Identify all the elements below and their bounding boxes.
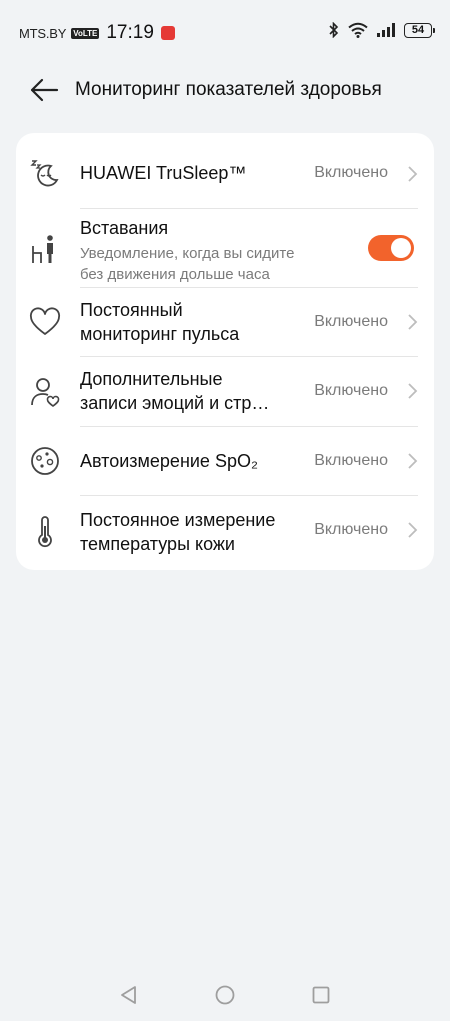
setting-subtitle: Уведомление, когда вы сидите (80, 245, 295, 262)
volte-badge: VoLTE (71, 27, 100, 39)
carrier-label: MTS.BY (19, 25, 67, 41)
setting-row-spo2[interactable]: Автоизмерение SpO₂ Включено (16, 427, 434, 495)
setting-title: Постоянное измерение (80, 510, 276, 530)
setting-value: Включено (314, 521, 388, 538)
setting-value: Включено (314, 164, 388, 181)
thermometer-icon (38, 516, 52, 548)
page-title: Мониторинг показателей здоровья (75, 79, 382, 100)
battery-level: 54 (411, 24, 425, 36)
heart-icon (29, 307, 61, 335)
setting-title: Дополнительные (80, 369, 223, 389)
cellular-signal-icon (377, 23, 395, 37)
setting-title: мониторинг пульса (80, 324, 240, 344)
setting-row-heart-rate[interactable]: Постоянный мониторинг пульса Включено (16, 288, 434, 356)
status-bar: MTS.BY VoLTE 17:19 54 (0, 0, 450, 68)
setting-value: Включено (314, 313, 388, 330)
standing-person-icon (32, 235, 53, 263)
nav-recents-icon[interactable] (310, 984, 332, 1006)
sleep-icon (30, 160, 59, 187)
toggle-knob (391, 238, 411, 258)
notification-app-icon (160, 26, 175, 40)
setting-row-trusleep[interactable]: HUAWEI TruSleep™ Включено (16, 133, 434, 208)
system-navigation-bar (0, 970, 450, 1021)
standing-reminder-toggle[interactable] (368, 235, 414, 261)
setting-title: температуры кожи (80, 534, 235, 554)
wifi-icon (348, 22, 368, 38)
setting-title: Постоянный (80, 300, 183, 320)
chevron-right-icon (408, 522, 418, 538)
bluetooth-icon (329, 22, 339, 38)
setting-title: HUAWEI TruSleep™ (80, 163, 247, 183)
setting-row-standing[interactable]: Вставания Уведомление, когда вы сидите б… (16, 209, 434, 287)
app-header: Мониторинг показателей здоровья (0, 68, 450, 112)
setting-value: Включено (314, 382, 388, 399)
setting-row-skin-temperature[interactable]: Постоянное измерение температуры кожи Вк… (16, 496, 434, 570)
setting-value: Включено (314, 452, 388, 469)
settings-card: HUAWEI TruSleep™ Включено Вставания Увед… (16, 133, 434, 570)
chevron-right-icon (408, 383, 418, 399)
battery-indicator: 54 (404, 22, 435, 38)
setting-title: Вставания (80, 218, 169, 238)
setting-row-emotions[interactable]: Дополнительные записи эмоций и стр… Вклю… (16, 357, 434, 426)
clock: 17:19 (106, 22, 154, 43)
setting-title: Автоизмерение SpO₂ (80, 451, 258, 471)
chevron-right-icon (408, 314, 418, 330)
nav-home-icon[interactable] (214, 984, 236, 1006)
back-arrow-icon[interactable] (28, 76, 60, 104)
chevron-right-icon (408, 166, 418, 182)
nav-back-icon[interactable] (118, 984, 140, 1006)
setting-title: записи эмоций и стр… (80, 393, 270, 413)
setting-subtitle: без движения дольше часа (80, 266, 270, 283)
spo2-icon (31, 447, 59, 475)
emotion-person-icon (31, 378, 60, 408)
chevron-right-icon (408, 453, 418, 469)
